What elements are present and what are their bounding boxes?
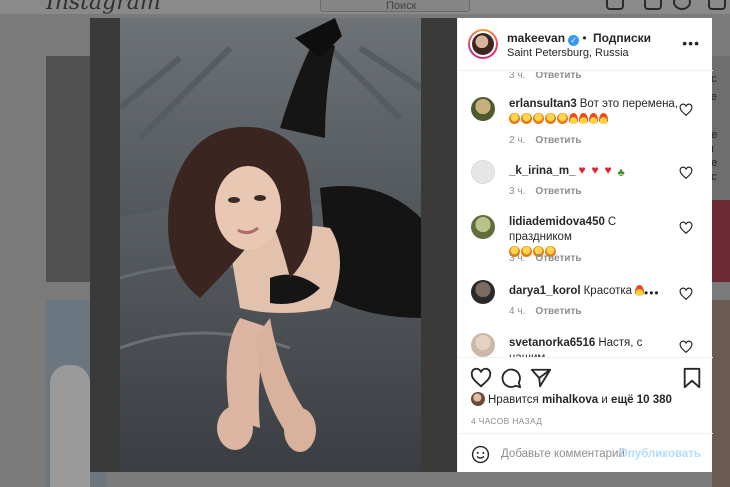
- comment-content: Красотка: [583, 285, 633, 297]
- comment-time: 3 ч.: [509, 253, 526, 264]
- like-comment-heart-icon[interactable]: [679, 103, 693, 117]
- like-comment-heart-icon[interactable]: [679, 340, 693, 354]
- following-button[interactable]: Подписки: [593, 31, 651, 45]
- fire-emoji-icon: [569, 113, 578, 124]
- commenter-avatar[interactable]: [471, 280, 495, 304]
- commenter-avatar[interactable]: [471, 333, 495, 357]
- commenter-avatar[interactable]: [471, 160, 495, 184]
- comment-meta: 3 ч. Ответить: [509, 186, 582, 197]
- commenter-username[interactable]: darya1_korol: [509, 285, 581, 297]
- heart-emoji-icon: ♥: [578, 163, 586, 177]
- comment-meta: 3 ч. Ответить: [509, 72, 582, 81]
- broccoli-emoji-icon: ♣: [617, 167, 625, 179]
- post-header: makeevan ✓ • Подписки Saint Petersburg, R…: [458, 18, 713, 71]
- commenter-avatar[interactable]: [471, 97, 495, 121]
- background-person: [50, 365, 90, 487]
- author-avatar[interactable]: [468, 29, 498, 59]
- comment-meta: 4 ч. Ответить: [509, 306, 582, 317]
- post-actions: [458, 357, 713, 397]
- comment-more-dots-icon[interactable]: •••: [644, 286, 660, 300]
- commenter-username[interactable]: erlansultan3: [509, 98, 577, 110]
- heart-emoji-icon: ♥: [604, 163, 612, 177]
- verified-badge-icon: ✓: [568, 35, 580, 46]
- separator-dot: •: [582, 31, 590, 45]
- fire-emoji-icon: [635, 285, 645, 296]
- emoji-icon: [509, 113, 520, 124]
- home-icon: [606, 0, 624, 10]
- comments-list[interactable]: 3 ч. Ответить erlansultan3 Вот это перемен…: [458, 72, 713, 357]
- search-input-background: Поиск: [320, 0, 470, 12]
- commenter-avatar[interactable]: [471, 215, 495, 239]
- comment-time: 4 ч.: [509, 306, 526, 317]
- post-details-panel: makeevan ✓ • Подписки Saint Petersburg, R…: [457, 18, 713, 472]
- post-photo[interactable]: [120, 18, 421, 472]
- more-dots-icon[interactable]: •••: [682, 36, 700, 50]
- fire-emoji-icon: [599, 113, 608, 124]
- heart-emoji-icon: ♥: [591, 163, 599, 177]
- commenter-username[interactable]: _k_irina_m_: [509, 165, 576, 177]
- author-line: makeevan ✓ • Подписки: [507, 31, 651, 46]
- comment-bubble-icon[interactable]: [500, 367, 522, 389]
- fire-emoji-icon: [579, 113, 588, 124]
- comment-meta: 2 ч. Ответить: [509, 135, 582, 146]
- reply-button[interactable]: Ответить: [535, 135, 581, 146]
- direct-icon: [644, 0, 662, 10]
- emoji-picker-icon[interactable]: [471, 445, 490, 464]
- comment-time: 3 ч.: [509, 186, 526, 197]
- author-username[interactable]: makeevan: [507, 31, 565, 45]
- fire-emoji-icon: [589, 113, 598, 124]
- like-heart-icon[interactable]: [470, 367, 492, 389]
- photo-illustration: [120, 18, 421, 472]
- post-timestamp: 4 ЧАСОВ НАЗАД: [471, 416, 543, 426]
- share-direct-icon[interactable]: [530, 367, 552, 389]
- reply-button[interactable]: Ответить: [535, 186, 581, 197]
- comment-text: erlansultan3 Вот это перемена,: [509, 97, 679, 127]
- comment-time: 3 ч.: [509, 72, 526, 81]
- reply-button[interactable]: Ответить: [535, 72, 581, 81]
- bookmark-icon[interactable]: [681, 367, 703, 389]
- liker-avatar[interactable]: [471, 392, 485, 406]
- like-comment-heart-icon[interactable]: [679, 166, 693, 180]
- add-comment-bar: Опубликовать: [458, 433, 713, 472]
- likes-conjunction: и: [601, 394, 608, 406]
- emoji-icon: [545, 113, 556, 124]
- reply-button[interactable]: Ответить: [535, 306, 581, 317]
- comment-time: 2 ч.: [509, 135, 526, 146]
- background-tile: [712, 200, 730, 282]
- liker-username[interactable]: mihalkova: [542, 394, 598, 406]
- likes-count[interactable]: ещё 10 380: [611, 394, 672, 406]
- comment-meta: 3 ч. Ответить: [509, 253, 582, 264]
- background-tile: [712, 300, 730, 487]
- like-comment-heart-icon[interactable]: [679, 221, 693, 235]
- publish-button[interactable]: Опубликовать: [619, 448, 701, 460]
- likes-summary: Нравится mihalkova и ещё 10 380: [471, 392, 672, 406]
- emoji-icon: [521, 113, 532, 124]
- emoji-icon: [557, 113, 568, 124]
- reply-button[interactable]: Ответить: [535, 253, 581, 264]
- comment-content: Вот это перемена,: [579, 98, 679, 110]
- emoji-icon: [533, 113, 544, 124]
- commenter-username[interactable]: svetanorka6516: [509, 337, 595, 349]
- comment-text: svetanorka6516Настя, с нашим ♥♥♥♥♥♥♥♥♥: [509, 336, 679, 357]
- comment-text: _k_irina_m_ ♥ ♥ ♥ ♣: [509, 164, 679, 179]
- commenter-username[interactable]: lidiademidova450: [509, 216, 605, 228]
- likes-prefix: Нравится: [488, 394, 539, 406]
- like-comment-heart-icon[interactable]: [679, 287, 693, 301]
- comment-input[interactable]: [501, 444, 626, 464]
- activity-icon: [708, 0, 726, 10]
- instagram-logo: Instagram: [46, 0, 161, 15]
- post-location[interactable]: Saint Petersburg, Russia: [507, 47, 629, 59]
